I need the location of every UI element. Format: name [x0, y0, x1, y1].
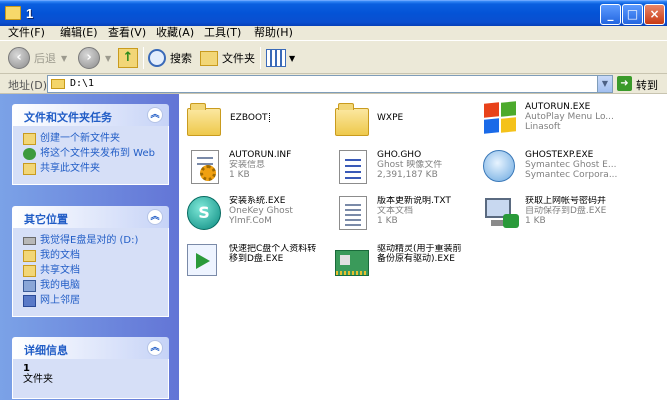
file-item[interactable]: GHO.GHO Ghost 映像文件 2,391,187 KB: [331, 146, 481, 192]
transfer-icon: [187, 244, 223, 280]
search-icon: [148, 49, 166, 67]
shared-folder-icon: [23, 163, 36, 175]
task-new-folder[interactable]: 创建一个新文件夹: [23, 133, 160, 145]
search-button[interactable]: 搜索: [148, 46, 192, 70]
address-dropdown-button[interactable]: ▼: [597, 76, 612, 92]
details-type: 文件夹: [23, 374, 53, 385]
folder-icon: [51, 79, 65, 89]
place-network[interactable]: 网上邻居: [23, 295, 160, 307]
forward-arrow-icon: ›: [78, 47, 100, 69]
menu-file[interactable]: 文件(F): [8, 26, 45, 40]
tasks-panel: 文件和文件夹任务 ︽ 创建一个新文件夹 将这个文件夹发布到 Web 共享此文件夹: [12, 104, 169, 185]
tasks-panel-header[interactable]: 文件和文件夹任务 ︽: [12, 104, 169, 126]
menu-bar: 文件(F) 编辑(E) 查看(V) 收藏(A) 工具(T) 帮助(H): [0, 26, 667, 40]
ghost-image-icon: [335, 150, 371, 186]
up-button[interactable]: ↑: [118, 46, 138, 70]
place-my-computer[interactable]: 我的电脑: [23, 280, 160, 292]
place-shared-documents[interactable]: 共享文档: [23, 265, 160, 277]
settings-file-icon: [187, 150, 223, 186]
place-my-documents[interactable]: 我的文档: [23, 250, 160, 262]
file-item[interactable]: AUTORUN.INF 安装信息 1 KB: [183, 146, 333, 192]
driver-card-icon: [335, 244, 371, 280]
folder-icon: [335, 102, 371, 138]
menu-tools[interactable]: 工具(T): [204, 26, 241, 40]
menu-help[interactable]: 帮助(H): [254, 26, 293, 40]
address-label: 地址(D): [8, 79, 48, 92]
places-panel-header[interactable]: 其它位置 ︽: [12, 206, 169, 228]
file-item[interactable]: 快速把C盘个人资料转 移到D盘.EXE: [183, 240, 333, 286]
place-drive-d[interactable]: 我觉得E盘是对的 (D:): [23, 235, 160, 247]
address-bar: 地址(D) D:\1 ▼ ➜ 转到: [0, 74, 667, 94]
task-pane: 文件和文件夹任务 ︽ 创建一个新文件夹 将这个文件夹发布到 Web 共享此文件夹…: [0, 94, 179, 400]
chevron-down-icon: ▼: [289, 53, 296, 63]
folders-button[interactable]: 文件夹: [200, 46, 255, 70]
collapse-icon[interactable]: ︽: [147, 340, 163, 356]
file-list: EZBOOT WXPE AUTORUN.EXE AutoPlay Menu Lo…: [179, 94, 667, 400]
text-document-icon: [335, 196, 371, 232]
collapse-icon[interactable]: ︽: [147, 107, 163, 123]
maximize-button[interactable]: □: [622, 4, 643, 25]
minimize-button[interactable]: _: [600, 4, 621, 25]
folder-icon: [187, 102, 223, 138]
file-item[interactable]: GHOSTEXP.EXE Symantec Ghost E... Symante…: [479, 146, 629, 192]
details-name: 1: [23, 363, 30, 374]
file-item[interactable]: 版本更新说明.TXT 文本文档 1 KB: [331, 192, 481, 238]
close-button[interactable]: ×: [644, 4, 665, 25]
title-bar: 1 _ □ ×: [0, 0, 667, 26]
chevron-down-icon: ▼: [61, 53, 68, 63]
file-item[interactable]: AUTORUN.EXE AutoPlay Menu Lo... Linasoft: [479, 98, 629, 144]
new-folder-icon: [23, 133, 36, 145]
documents-folder-icon: [23, 250, 36, 262]
go-arrow-icon[interactable]: ➜: [617, 76, 632, 91]
task-publish-web[interactable]: 将这个文件夹发布到 Web: [23, 148, 160, 160]
computer-icon: [23, 280, 36, 292]
ghost-explorer-icon: [483, 150, 519, 186]
window-title: 1: [26, 6, 34, 21]
collapse-icon[interactable]: ︽: [147, 209, 163, 225]
details-panel: 详细信息 ︽ 1 文件夹: [12, 337, 169, 399]
views-button[interactable]: ▼: [266, 46, 295, 70]
address-input[interactable]: D:\1 ▼: [47, 75, 613, 93]
drive-icon: [23, 237, 36, 245]
folder-icon: [200, 50, 218, 66]
toolbar: ‹ 后退 ▼ › ▼ ↑ 搜索 文件夹 ▼: [0, 40, 667, 74]
file-item[interactable]: WXPE: [331, 98, 481, 144]
back-arrow-icon: ‹: [8, 47, 30, 69]
menu-edit[interactable]: 编辑(E): [60, 26, 98, 40]
go-button[interactable]: 转到: [636, 77, 658, 93]
globe-icon: [23, 148, 36, 160]
network-computer-icon: [483, 196, 519, 232]
details-panel-header[interactable]: 详细信息 ︽: [12, 337, 169, 359]
back-button[interactable]: ‹ 后退 ▼: [8, 46, 67, 70]
network-icon: [23, 295, 36, 307]
chevron-down-icon: ▼: [105, 53, 112, 63]
places-panel: 其它位置 ︽ 我觉得E盘是对的 (D:) 我的文档 共享文档 我的电脑 网上邻居: [12, 206, 169, 317]
file-item[interactable]: 获取上网帐号密码并 自动保存到D盘.EXE 1 KB: [479, 192, 629, 238]
forward-button[interactable]: › ▼: [78, 46, 111, 70]
menu-view[interactable]: 查看(V): [108, 26, 146, 40]
folder-up-icon: ↑: [118, 48, 138, 68]
task-share-folder[interactable]: 共享此文件夹: [23, 163, 160, 175]
windows-logo-icon: [483, 101, 519, 138]
shared-folder-icon: [23, 265, 36, 277]
views-icon: [266, 49, 286, 67]
onekey-ghost-icon: S: [187, 196, 223, 232]
menu-favorites[interactable]: 收藏(A): [156, 26, 194, 40]
file-item[interactable]: EZBOOT: [183, 98, 333, 144]
folder-icon: [5, 6, 21, 20]
file-item[interactable]: S 安装系统.EXE OneKey Ghost YlmF.CoM: [183, 192, 333, 238]
file-item[interactable]: 驱动精灵(用于重装前 备份原有驱动).EXE: [331, 240, 481, 286]
